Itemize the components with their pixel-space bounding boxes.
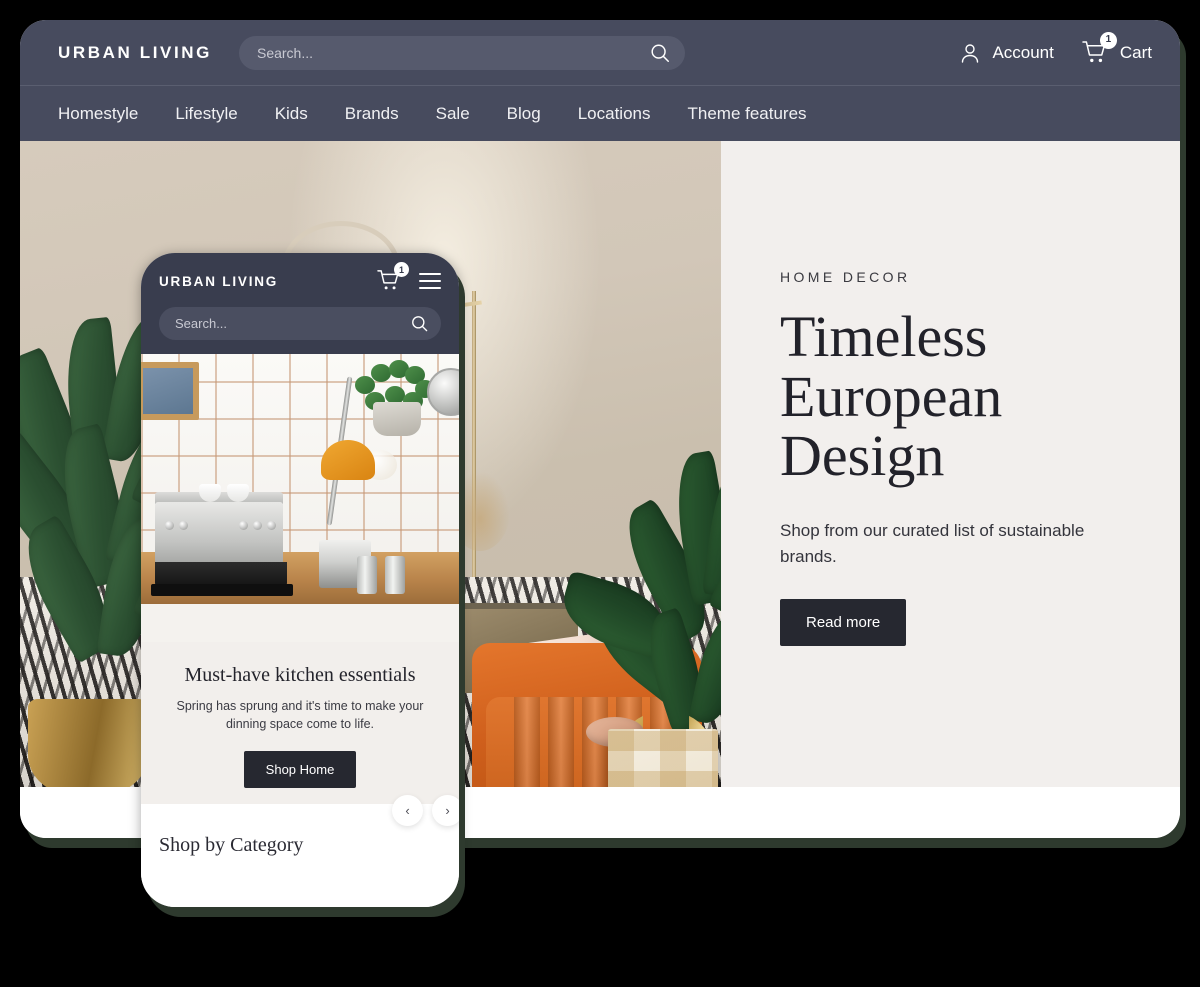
carousel-controls: ‹ ›: [392, 795, 459, 827]
marble-pedestal-table: [608, 729, 718, 787]
hero-subtitle: Shop from our curated list of sustainabl…: [780, 521, 1085, 566]
mobile-promo-card: Must-have kitchen essentials Spring has …: [141, 642, 459, 827]
steel-tumbler: [357, 556, 377, 594]
mobile-phone-mockup: URBAN LIVING 1 Search... Must-have kitch…: [141, 253, 459, 907]
gold-plant-pot: [28, 699, 148, 787]
mobile-search-placeholder: Search...: [175, 316, 228, 331]
mobile-card-title: Must-have kitchen essentials: [184, 664, 416, 686]
shop-by-category-title: Shop by Category: [159, 834, 304, 857]
search-placeholder: Search...: [256, 44, 314, 61]
hero-title: Timeless European Design: [780, 304, 1003, 489]
cart-icon[interactable]: 1: [377, 262, 409, 293]
mobile-cart-badge: 1: [394, 262, 409, 277]
desktop-header: URBAN LIVING Search... Account 1 Cart: [20, 20, 1180, 85]
carousel-next-button[interactable]: ›: [432, 795, 459, 827]
armchair-rib: [548, 697, 574, 787]
machine-portafilter: [155, 562, 287, 586]
mobile-search-input[interactable]: Search...: [159, 307, 441, 340]
mobile-card-body: Spring has sprung and it's time to make …: [176, 699, 424, 732]
shop-home-button[interactable]: Shop Home: [243, 751, 357, 789]
nav-item-kids[interactable]: Kids: [275, 104, 308, 124]
nav-item-homestyle[interactable]: Homestyle: [58, 104, 138, 124]
mobile-header: URBAN LIVING 1 Search...: [141, 253, 459, 354]
account-button[interactable]: Account: [958, 41, 1054, 65]
hero-text-panel: HOME DECOR Timeless European Design Shop…: [721, 141, 1180, 787]
hero-eyebrow: HOME DECOR: [780, 269, 911, 285]
kitchen-floor: [141, 604, 459, 642]
search-icon[interactable]: [410, 314, 429, 333]
floor-lamp-pole: [472, 291, 476, 621]
nav-item-brands[interactable]: Brands: [345, 104, 399, 124]
nav-item-theme-features[interactable]: Theme features: [687, 104, 806, 124]
machine-knob: [267, 521, 276, 530]
cart-badge: 1: [1099, 31, 1117, 49]
nav-item-locations[interactable]: Locations: [578, 104, 651, 124]
cart-label: Cart: [1119, 42, 1152, 62]
mobile-header-actions: 1: [377, 262, 441, 293]
carousel-prev-button[interactable]: ‹: [392, 795, 423, 827]
drip-tray: [151, 584, 293, 596]
machine-knob: [253, 521, 262, 530]
cart-button[interactable]: 1 Cart: [1082, 31, 1152, 66]
armchair-rib: [514, 697, 540, 787]
header-actions: Account 1 Cart: [958, 31, 1152, 66]
mobile-site-logo[interactable]: URBAN LIVING: [159, 274, 278, 289]
cart-icon: 1: [1082, 31, 1117, 66]
mobile-header-top: URBAN LIVING 1: [159, 262, 441, 293]
mobile-hero-photo: [141, 354, 459, 642]
search-input[interactable]: Search...: [238, 35, 685, 70]
machine-knob: [165, 521, 174, 530]
user-icon: [958, 41, 982, 65]
site-logo[interactable]: URBAN LIVING: [58, 43, 212, 63]
machine-knob: [239, 521, 248, 530]
hamburger-menu-icon[interactable]: [419, 273, 441, 289]
nav-item-sale[interactable]: Sale: [436, 104, 470, 124]
main-navigation: Homestyle Lifestyle Kids Brands Sale Blo…: [20, 85, 1180, 141]
espresso-machine: [155, 502, 283, 564]
page-background: URBAN LIVING Search... Account 1 Cart Ho…: [0, 0, 1200, 987]
pampas-grass: [450, 471, 510, 551]
read-more-button[interactable]: Read more: [780, 599, 907, 647]
search-icon[interactable]: [649, 42, 671, 64]
nav-item-blog[interactable]: Blog: [507, 104, 541, 124]
steel-tumbler: [385, 556, 405, 594]
account-label: Account: [992, 42, 1054, 62]
mobile-cta-wrap: Shop Home: [159, 751, 441, 789]
machine-knob: [179, 521, 188, 530]
framed-board: [141, 362, 199, 420]
concrete-planter: [373, 402, 421, 436]
nav-item-lifestyle[interactable]: Lifestyle: [175, 104, 237, 124]
